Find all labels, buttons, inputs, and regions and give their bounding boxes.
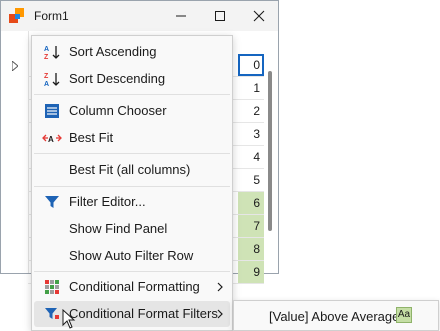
grid-cell[interactable]: 4 <box>238 146 264 168</box>
grid-cell[interactable]: 2 <box>238 100 264 122</box>
maximize-button[interactable] <box>200 1 240 31</box>
app-icon <box>9 8 24 23</box>
menu-separator <box>34 186 230 187</box>
menu-item-show-auto-filter-row[interactable]: Show Auto Filter Row <box>34 243 230 269</box>
menu-item-label: Best Fit <box>69 130 114 145</box>
menu-item-label: Column Chooser <box>69 103 167 118</box>
grid-cell[interactable]: 5 <box>238 169 264 191</box>
conditional-format-filter-icon <box>45 308 59 319</box>
menu-item-best-fit-all-columns[interactable]: Best Fit (all columns) <box>34 157 230 183</box>
format-preview-badge: Aa <box>396 307 412 323</box>
menu-separator <box>34 153 230 154</box>
menu-item-column-chooser[interactable]: Column Chooser <box>34 98 230 124</box>
menu-item-label: Best Fit (all columns) <box>69 162 191 177</box>
menu-item-label: Show Find Panel <box>69 221 168 236</box>
filter-icon <box>45 196 59 208</box>
minimize-button[interactable] <box>161 1 201 31</box>
vertical-scrollbar[interactable] <box>268 71 272 231</box>
menu-item-label: Sort Descending <box>69 71 166 86</box>
column-context-menu: A Z Sort Ascending Z A Sort Descending C… <box>31 35 233 331</box>
sort-descending-icon: Z A <box>44 73 60 87</box>
grid-cell[interactable]: 7 <box>238 215 264 237</box>
grid-cell[interactable]: 1 <box>238 77 264 99</box>
menu-item-filter-editor[interactable]: Filter Editor... <box>34 189 230 215</box>
chevron-right-icon <box>217 282 223 292</box>
sort-ascending-icon: A Z <box>44 46 60 60</box>
column-chooser-icon <box>45 104 59 118</box>
menu-separator <box>34 94 230 95</box>
conditional-format-filters-submenu: [Value] Above Average Aa <box>233 300 439 331</box>
chevron-right-icon <box>217 309 223 319</box>
menu-item-label: Show Auto Filter Row <box>69 248 194 263</box>
window-title: Form1 <box>34 9 69 23</box>
menu-item-label: Filter Editor... <box>69 194 146 209</box>
menu-item-label: Conditional Formatting <box>69 279 200 294</box>
svg-text:A: A <box>48 135 54 144</box>
conditional-formatting-icon <box>45 280 59 294</box>
menu-item-sort-ascending[interactable]: A Z Sort Ascending <box>34 39 230 65</box>
close-button[interactable] <box>239 1 279 31</box>
submenu-item-above-average[interactable]: [Value] Above Average <box>269 309 399 324</box>
menu-item-conditional-formatting[interactable]: Conditional Formatting <box>34 274 230 300</box>
menu-item-label: Conditional Format Filters <box>69 306 218 321</box>
grid-cell[interactable]: 0 <box>238 54 264 76</box>
svg-text:Z: Z <box>44 73 49 80</box>
svg-text:A: A <box>44 46 49 53</box>
mouse-pointer-icon <box>62 309 76 329</box>
menu-separator <box>34 271 230 272</box>
focused-row-arrow-icon <box>12 61 18 71</box>
svg-text:A: A <box>44 81 49 87</box>
grid-cell[interactable]: 3 <box>238 123 264 145</box>
close-icon <box>253 10 265 22</box>
minimize-icon <box>176 15 186 17</box>
grid-cell[interactable]: 6 <box>238 192 264 214</box>
best-fit-icon: A <box>42 134 62 144</box>
menu-item-best-fit[interactable]: A Best Fit <box>34 125 230 151</box>
grid-cell[interactable]: 8 <box>238 238 264 260</box>
grid-cell[interactable]: 9 <box>238 261 264 283</box>
title-bar[interactable]: Form1 <box>1 1 278 31</box>
menu-item-label: Sort Ascending <box>69 44 157 59</box>
row-indicator-column <box>2 31 29 273</box>
menu-item-show-find-panel[interactable]: Show Find Panel <box>34 216 230 242</box>
maximize-icon <box>215 11 225 21</box>
svg-text:Z: Z <box>44 54 49 60</box>
menu-item-sort-descending[interactable]: Z A Sort Descending <box>34 66 230 92</box>
